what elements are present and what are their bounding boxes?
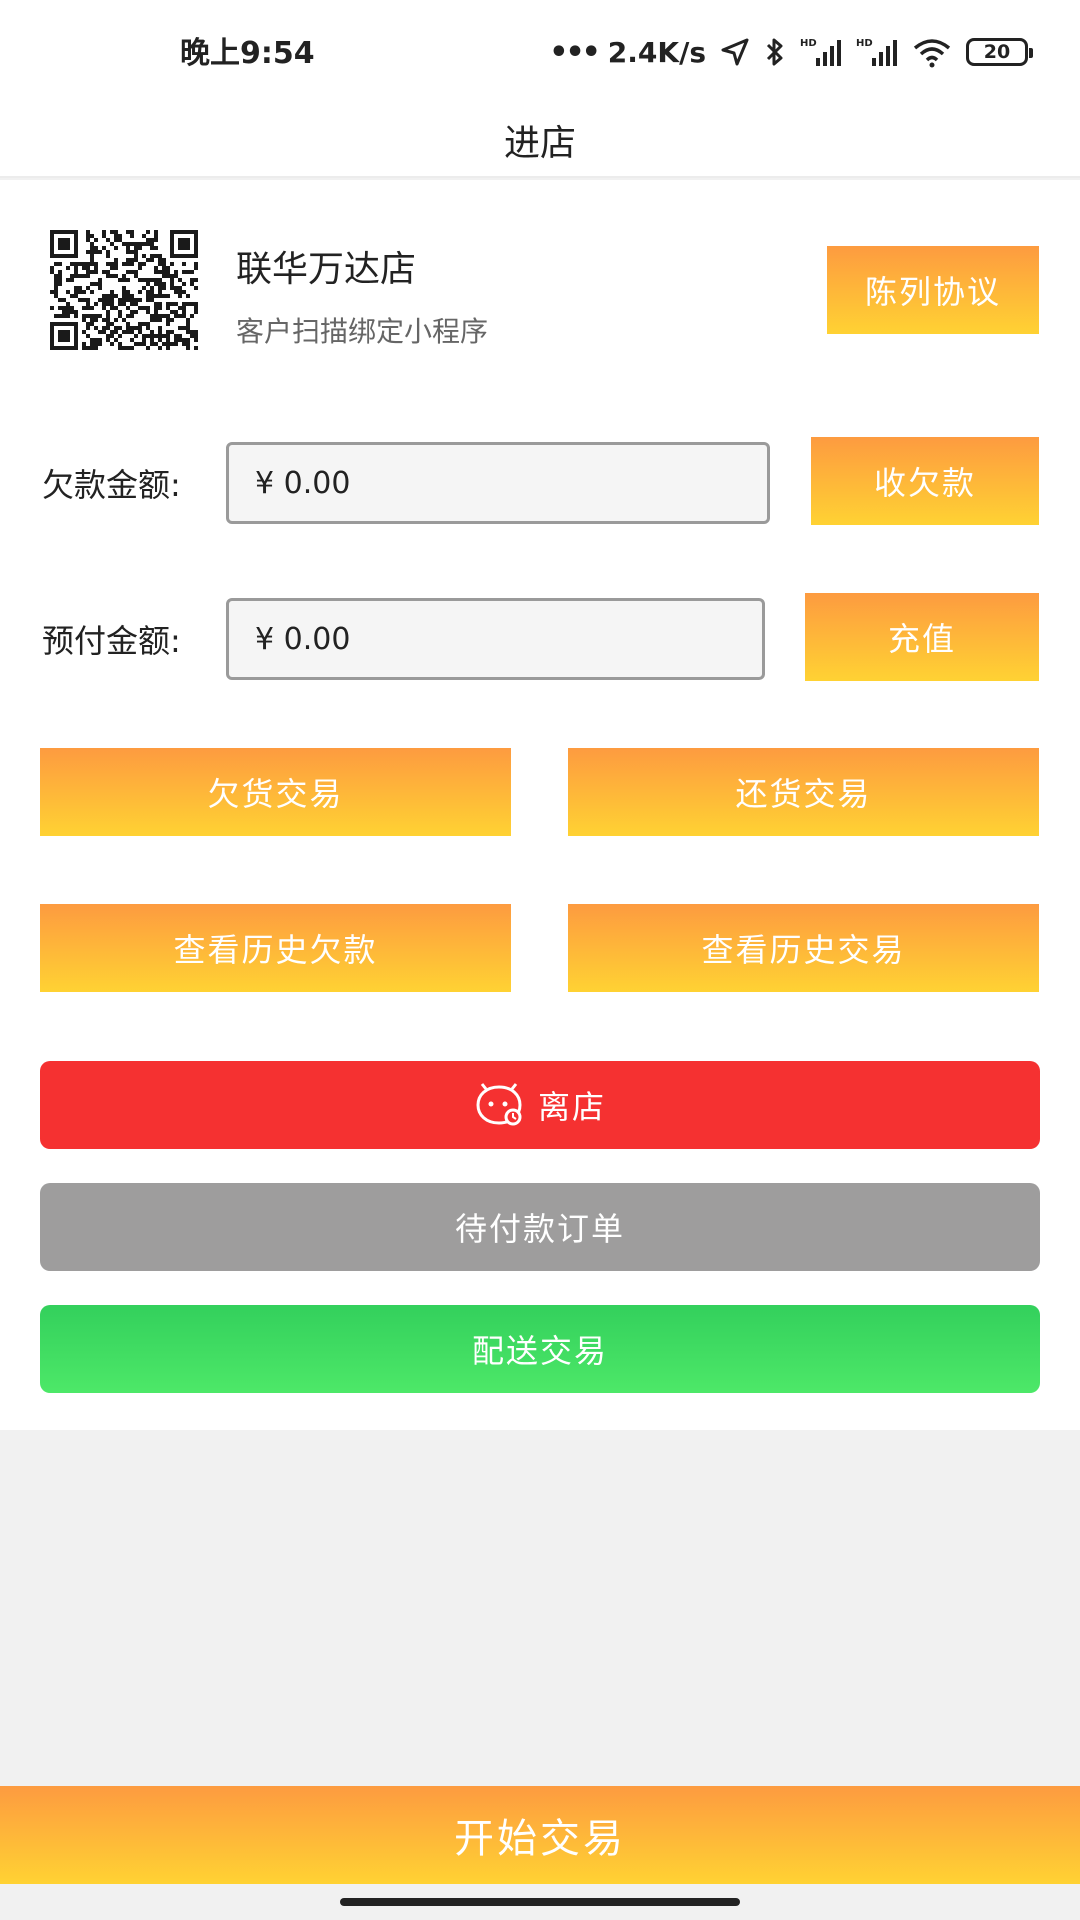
location-arrow-icon: [720, 37, 750, 67]
bluetooth-icon: [764, 36, 786, 68]
collect-debt-button[interactable]: 收欠款: [811, 437, 1039, 525]
wifi-icon: [912, 36, 952, 68]
store-panel: 联华万达店 客户扫描绑定小程序 陈列协议 欠款金额: ¥ 0.00 收欠款 预付…: [0, 180, 1080, 1430]
svg-text:HD: HD: [800, 38, 817, 49]
status-indicators: ••• 2.4K/s HD HD 20: [549, 30, 1033, 74]
nav-header: 进店: [0, 104, 1080, 178]
debt-amount-field[interactable]: ¥ 0.00: [226, 442, 770, 524]
delivery-trade-label: 配送交易: [471, 1332, 608, 1370]
delivery-trade-button[interactable]: 配送交易: [40, 1305, 1040, 1393]
start-trade-button[interactable]: 开始交易: [0, 1786, 1080, 1884]
status-time: 晚上9:54: [180, 36, 315, 71]
store-name: 联华万达店: [236, 249, 417, 290]
display-agreement-button[interactable]: 陈列协议: [827, 246, 1039, 334]
debt-label: 欠款金额:: [42, 466, 181, 504]
status-dots: •••: [549, 34, 601, 70]
status-bar: 晚上9:54 ••• 2.4K/s HD HD 20: [0, 0, 1080, 104]
svg-text:HD: HD: [856, 38, 873, 49]
qr-code-icon[interactable]: [50, 230, 198, 350]
pending-payment-orders-button[interactable]: 待付款订单: [40, 1183, 1040, 1271]
signal-hd-icon: HD: [800, 36, 842, 68]
page-title: 进店: [503, 123, 576, 164]
prepaid-amount-field[interactable]: ¥ 0.00: [226, 598, 765, 680]
owe-goods-trade-button[interactable]: 欠货交易: [40, 748, 511, 836]
start-trade-label: 开始交易: [454, 1816, 626, 1862]
home-indicator[interactable]: [340, 1898, 740, 1906]
history-debt-button[interactable]: 查看历史欠款: [40, 904, 511, 992]
network-speed: 2.4K/s: [607, 35, 706, 69]
history-trade-button[interactable]: 查看历史交易: [568, 904, 1039, 992]
store-subtitle: 客户扫描绑定小程序: [236, 315, 489, 348]
leave-face-icon: [474, 1083, 524, 1127]
recharge-button[interactable]: 充值: [805, 593, 1039, 681]
signal-hd-icon: HD: [856, 36, 898, 68]
prepaid-label: 预付金额:: [42, 622, 181, 660]
return-goods-trade-button[interactable]: 还货交易: [568, 748, 1039, 836]
leave-store-label: 离店: [537, 1088, 606, 1126]
battery-indicator: 20: [966, 38, 1033, 66]
leave-store-button[interactable]: 离店: [40, 1061, 1040, 1149]
pending-payment-orders-label: 待付款订单: [454, 1210, 625, 1248]
